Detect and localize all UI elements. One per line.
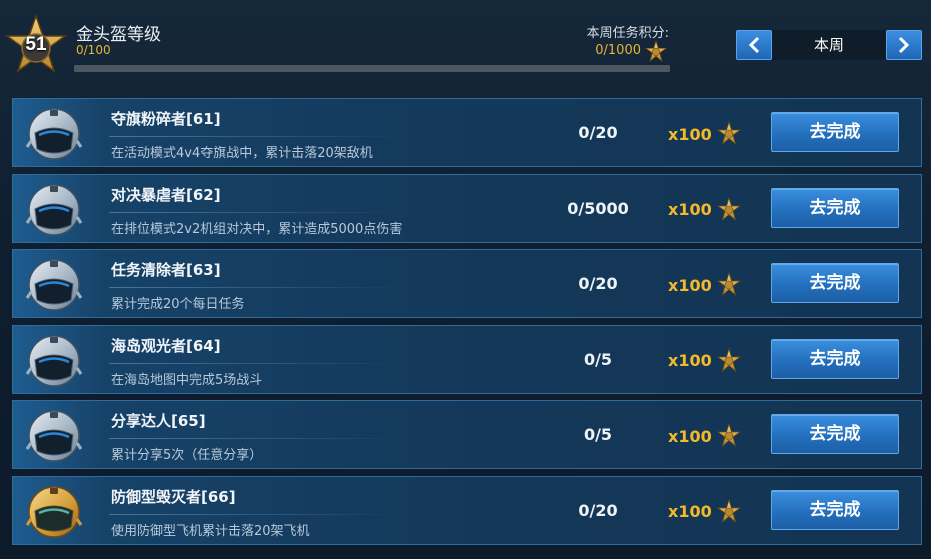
task-progress: 0/5 <box>583 425 613 444</box>
star-medal-icon <box>717 499 741 522</box>
next-week-button[interactable] <box>886 30 922 60</box>
chevron-right-icon <box>898 36 910 54</box>
task-divider <box>109 362 409 364</box>
reward-amount: x100 <box>668 502 712 521</box>
task-progress: 0/20 <box>578 500 618 520</box>
go-complete-button[interactable]: 去完成 <box>771 112 899 152</box>
task-divider <box>109 287 409 288</box>
task-reward: x100 <box>668 272 742 298</box>
weekly-points-value: 0/1000 <box>595 43 641 58</box>
week-label: 本周 <box>772 30 886 60</box>
task-progress: 0/20 <box>578 274 618 293</box>
reward-amount: x100 <box>668 200 712 219</box>
task-divider <box>109 438 409 439</box>
prev-week-button[interactable] <box>736 30 772 60</box>
task-row: 夺旗粉碎者[61] 在活动模式4v4夺旗战中，累计击落20架敌机 0/20 x1… <box>12 98 922 167</box>
task-name: 分享达人[65] <box>111 412 206 430</box>
task-list: 夺旗粉碎者[61] 在活动模式4v4夺旗战中，累计击落20架敌机 0/20 x1… <box>12 98 922 551</box>
level-title: 金头盔等级 <box>76 25 161 45</box>
silver-helmet-icon <box>25 409 83 463</box>
reward-amount: x100 <box>668 351 712 370</box>
star-medal-icon <box>717 423 741 447</box>
rank-number: 51 <box>25 34 47 55</box>
star-medal-icon <box>645 40 667 62</box>
reward-amount: x100 <box>668 275 712 295</box>
task-description: 累计完成20个每日任务 <box>111 297 245 312</box>
level-progress-text: 0/100 <box>76 43 111 57</box>
task-divider <box>109 211 409 213</box>
task-row: 对决暴虐者[62] 在排位模式2v2机组对决中，累计造成5000点伤害 0/50… <box>12 173 922 243</box>
level-progress-bar <box>74 65 670 72</box>
go-complete-button[interactable]: 去完成 <box>771 338 899 379</box>
week-selector: 本周 <box>736 30 922 60</box>
task-row: 防御型毁灭者[66] 使用防御型飞机累计击落20架飞机 0/20 x100 去完… <box>12 475 922 545</box>
task-description: 在海岛地图中完成5场战斗 <box>111 372 263 388</box>
task-row: 分享达人[65] 累计分享5次（任意分享） 0/5 x100 去完成 <box>12 400 922 469</box>
task-progress: 0/5000 <box>567 198 629 218</box>
task-description: 累计分享5次（任意分享） <box>111 448 263 463</box>
task-divider <box>109 136 409 137</box>
task-reward: x100 <box>668 499 742 525</box>
star-medal-icon <box>717 197 741 220</box>
task-name: 对决暴虐者[62] <box>111 185 221 204</box>
task-row: 任务清除者[63] 累计完成20个每日任务 0/20 x100 去完成 <box>12 249 922 318</box>
chevron-left-icon <box>748 36 760 54</box>
weekly-points-label: 本周任务积分: <box>586 26 669 41</box>
task-name: 任务清除者[63] <box>111 261 221 279</box>
task-reward: x100 <box>668 348 742 374</box>
go-complete-button[interactable]: 去完成 <box>771 187 899 228</box>
silver-helmet-icon <box>25 258 83 312</box>
task-progress: 0/20 <box>578 123 618 142</box>
task-description: 在排位模式2v2机组对决中，累计造成5000点伤害 <box>111 221 403 237</box>
task-row: 海岛观光者[64] 在海岛地图中完成5场战斗 0/5 x100 去完成 <box>12 324 922 394</box>
task-description: 在活动模式4v4夺旗战中，累计击落20架敌机 <box>111 146 373 161</box>
header: 51 金头盔等级 0/100 本周任务积分: 0/1000 本周 <box>0 0 931 92</box>
go-complete-button[interactable]: 去完成 <box>771 489 899 530</box>
silver-helmet-icon <box>25 334 83 387</box>
task-reward: x100 <box>668 423 742 449</box>
reward-amount: x100 <box>668 124 712 144</box>
task-reward: x100 <box>668 121 742 147</box>
task-name: 海岛观光者[64] <box>111 336 221 355</box>
star-medal-icon <box>717 121 741 145</box>
silver-helmet-icon <box>25 107 83 161</box>
task-name: 夺旗粉碎者[61] <box>111 110 221 128</box>
task-progress: 0/5 <box>583 349 613 369</box>
go-complete-button[interactable]: 去完成 <box>771 414 899 454</box>
task-reward: x100 <box>668 197 742 223</box>
silver-helmet-icon <box>25 183 83 236</box>
task-divider <box>109 513 409 515</box>
task-name: 防御型毁灭者[66] <box>111 487 236 506</box>
reward-amount: x100 <box>668 426 712 446</box>
star-medal-icon <box>717 272 741 296</box>
star-medal-icon <box>717 348 741 371</box>
task-description: 使用防御型飞机累计击落20架飞机 <box>111 523 310 539</box>
go-complete-button[interactable]: 去完成 <box>771 263 899 303</box>
gold-helmet-icon <box>25 485 83 538</box>
